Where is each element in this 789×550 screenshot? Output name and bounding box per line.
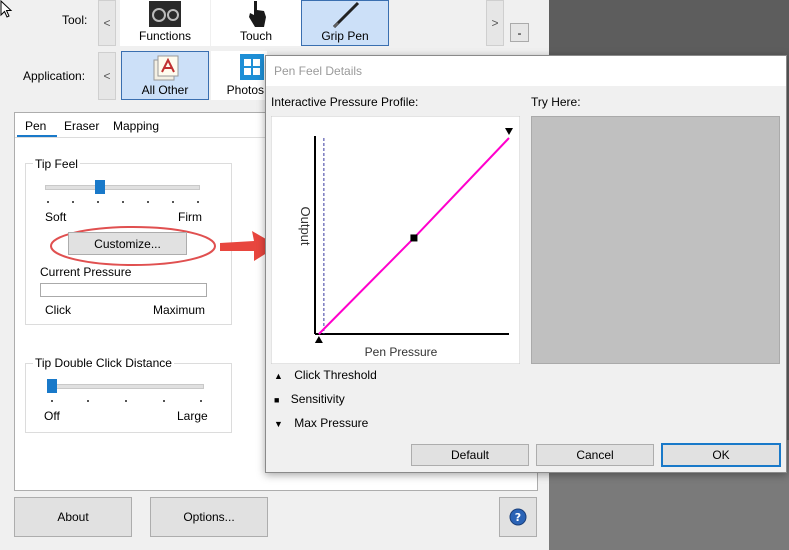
- tip-feel-tick: [72, 201, 74, 203]
- dialog-title: Pen Feel Details: [274, 64, 363, 78]
- tip-feel-tick: [197, 201, 199, 203]
- tool-scroll-left-button[interactable]: <: [98, 0, 116, 46]
- help-button[interactable]: ?: [499, 497, 537, 537]
- double-click-slider[interactable]: [47, 378, 204, 408]
- current-pressure-label: Current Pressure: [40, 265, 132, 279]
- current-pressure-meter: [40, 283, 207, 297]
- tip-feel-slider-thumb[interactable]: [94, 180, 105, 194]
- x-axis-label: Pen Pressure: [365, 345, 438, 359]
- tool-label-functions: Functions: [138, 29, 192, 43]
- legend-symbol-click-threshold: ▲: [274, 371, 283, 381]
- legend-label-click-threshold: Click Threshold: [294, 368, 377, 382]
- double-click-off-label: Off: [44, 409, 60, 423]
- tip-feel-tick: [147, 201, 149, 203]
- tab-strip-divider: [15, 137, 265, 138]
- legend-symbol-max-pressure: ▼: [274, 419, 283, 429]
- remove-tool-button[interactable]: -: [510, 23, 529, 42]
- mouse-cursor-icon: [0, 0, 13, 18]
- legend-symbol-sensitivity: ■: [274, 395, 280, 405]
- tip-feel-firm-label: Firm: [178, 210, 202, 224]
- dialog-titlebar[interactable]: Pen Feel Details: [266, 56, 786, 86]
- default-button[interactable]: Default: [411, 444, 529, 466]
- tool-label-touch: Touch: [239, 29, 273, 43]
- legend-max-pressure: ▼ Max Pressure: [274, 416, 368, 430]
- try-here-area[interactable]: [531, 116, 780, 364]
- pressure-maximum-label: Maximum: [153, 303, 206, 317]
- application-label-photos: Photos: [226, 83, 264, 97]
- about-button[interactable]: About: [14, 497, 132, 537]
- double-click-tick: [51, 400, 53, 402]
- legend-label-max-pressure: Max Pressure: [294, 416, 369, 430]
- double-click-tick: [87, 400, 89, 402]
- tool-scroll-right-button[interactable]: >: [486, 0, 504, 46]
- pen-icon: [332, 1, 360, 29]
- options-button[interactable]: Options...: [150, 497, 268, 537]
- tip-feel-tick: [97, 201, 99, 203]
- double-click-slider-thumb[interactable]: [47, 379, 57, 393]
- cancel-button[interactable]: Cancel: [536, 444, 654, 466]
- tab-eraser[interactable]: Eraser: [64, 119, 99, 133]
- tip-feel-title: Tip Feel: [33, 157, 80, 171]
- application-label-all-other: All Other: [141, 83, 189, 97]
- y-axis-label: Output: [298, 206, 313, 245]
- application-tile-all-other[interactable]: All Other: [121, 51, 209, 100]
- tip-feel-slider[interactable]: [45, 179, 200, 209]
- touch-hand-icon: [249, 1, 266, 27]
- try-here-label: Try Here:: [531, 95, 581, 109]
- double-click-large-label: Large: [177, 409, 208, 423]
- tip-feel-slider-track: [45, 185, 200, 190]
- tab-mapping[interactable]: Mapping: [113, 119, 159, 133]
- sensitivity-marker[interactable]: [410, 234, 418, 242]
- tool-tile-functions[interactable]: Functions: [120, 0, 210, 46]
- photos-app-icon: [240, 54, 264, 80]
- functions-icon: [149, 1, 181, 27]
- tool-tile-touch[interactable]: Touch: [211, 0, 301, 46]
- double-click-tick: [163, 400, 165, 402]
- all-other-apps-icon: [153, 55, 179, 81]
- tool-label-grip-pen: Grip Pen: [321, 29, 369, 43]
- pen-feel-details-dialog: Pen Feel Details Interactive Pressure Pr…: [265, 55, 787, 473]
- svg-text:?: ?: [515, 511, 521, 524]
- tip-feel-tick: [122, 201, 124, 203]
- application-scroll-left-button[interactable]: <: [98, 52, 116, 100]
- legend-click-threshold: ▲ Click Threshold: [274, 368, 377, 382]
- pressure-profile-chart[interactable]: Output Pen Pressure: [271, 116, 520, 364]
- help-icon: ?: [509, 508, 527, 526]
- application-label: Application:: [23, 69, 86, 83]
- customize-button[interactable]: Customize...: [68, 232, 187, 255]
- double-click-tick: [200, 400, 202, 402]
- double-click-tick: [125, 400, 127, 402]
- pressure-profile-label: Interactive Pressure Profile:: [271, 95, 419, 109]
- application-tile-photos[interactable]: Photos: [211, 51, 267, 100]
- tip-feel-tick: [47, 201, 49, 203]
- tip-feel-soft-label: Soft: [45, 210, 67, 224]
- double-click-title: Tip Double Click Distance: [33, 356, 174, 370]
- tool-tile-grip-pen[interactable]: Grip Pen: [301, 0, 389, 46]
- pressure-click-label: Click: [45, 303, 71, 317]
- legend-sensitivity: ■ Sensitivity: [274, 392, 345, 406]
- tab-pen[interactable]: Pen: [25, 119, 46, 133]
- double-click-slider-track: [47, 384, 204, 389]
- tool-label: Tool:: [62, 13, 88, 27]
- tip-feel-tick: [172, 201, 174, 203]
- ok-button[interactable]: OK: [661, 443, 781, 467]
- legend-label-sensitivity: Sensitivity: [290, 392, 345, 406]
